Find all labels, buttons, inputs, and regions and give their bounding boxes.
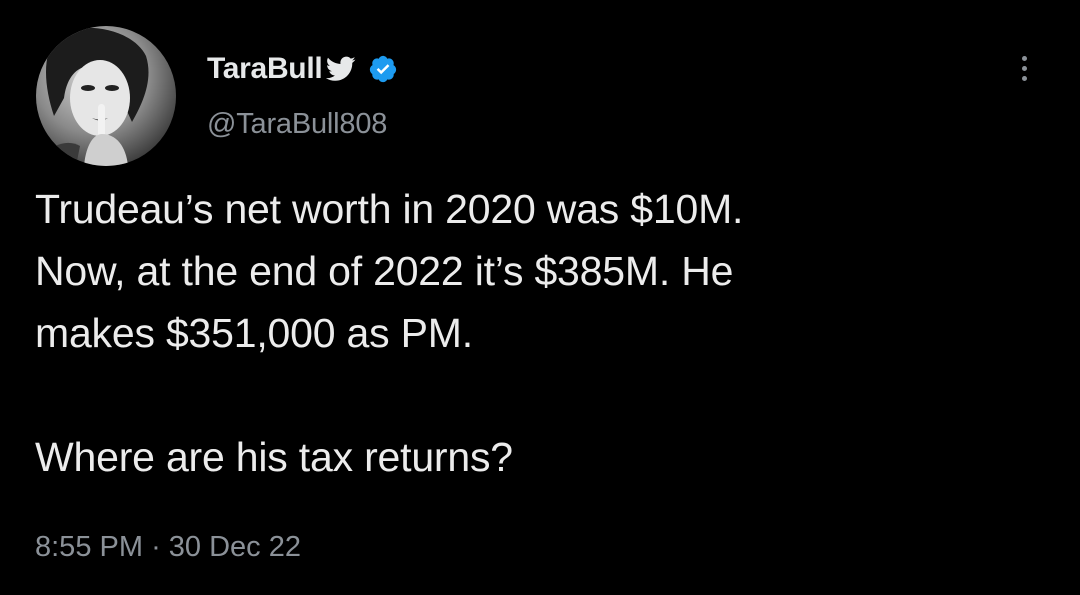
more-dot bbox=[1021, 75, 1027, 81]
author-handle[interactable]: @TaraBull808 bbox=[207, 108, 387, 141]
author-display-name[interactable]: TaraBull bbox=[207, 52, 323, 86]
tweet-text-line: Where are his tax returns? bbox=[35, 434, 513, 480]
tweet-timestamp[interactable]: 8:55 PM · 30 Dec 22 bbox=[35, 531, 301, 564]
more-dot bbox=[1021, 65, 1027, 71]
tweet-date: 30 Dec 22 bbox=[168, 531, 301, 563]
more-options-icon[interactable] bbox=[1006, 46, 1042, 90]
author-name-row: TaraBull bbox=[207, 50, 398, 88]
twitter-bird-icon bbox=[326, 56, 356, 82]
tweet-text-line: makes $351,000 as PM. bbox=[35, 310, 473, 356]
avatar[interactable] bbox=[36, 26, 176, 166]
tweet: TaraBull @TaraBull808 Trudeau’s net wort… bbox=[0, 0, 1080, 595]
avatar-photo bbox=[36, 26, 176, 166]
tweet-text-line: Now, at the end of 2022 it’s $385M. He bbox=[35, 248, 734, 294]
tweet-time: 8:55 PM bbox=[35, 531, 143, 563]
verified-badge-icon bbox=[368, 54, 398, 84]
more-dot bbox=[1021, 55, 1027, 61]
timestamp-separator: · bbox=[151, 531, 161, 563]
tweet-text-line: Trudeau’s net worth in 2020 was $10M. bbox=[35, 186, 744, 232]
tweet-text: Trudeau’s net worth in 2020 was $10M. No… bbox=[35, 178, 1055, 488]
